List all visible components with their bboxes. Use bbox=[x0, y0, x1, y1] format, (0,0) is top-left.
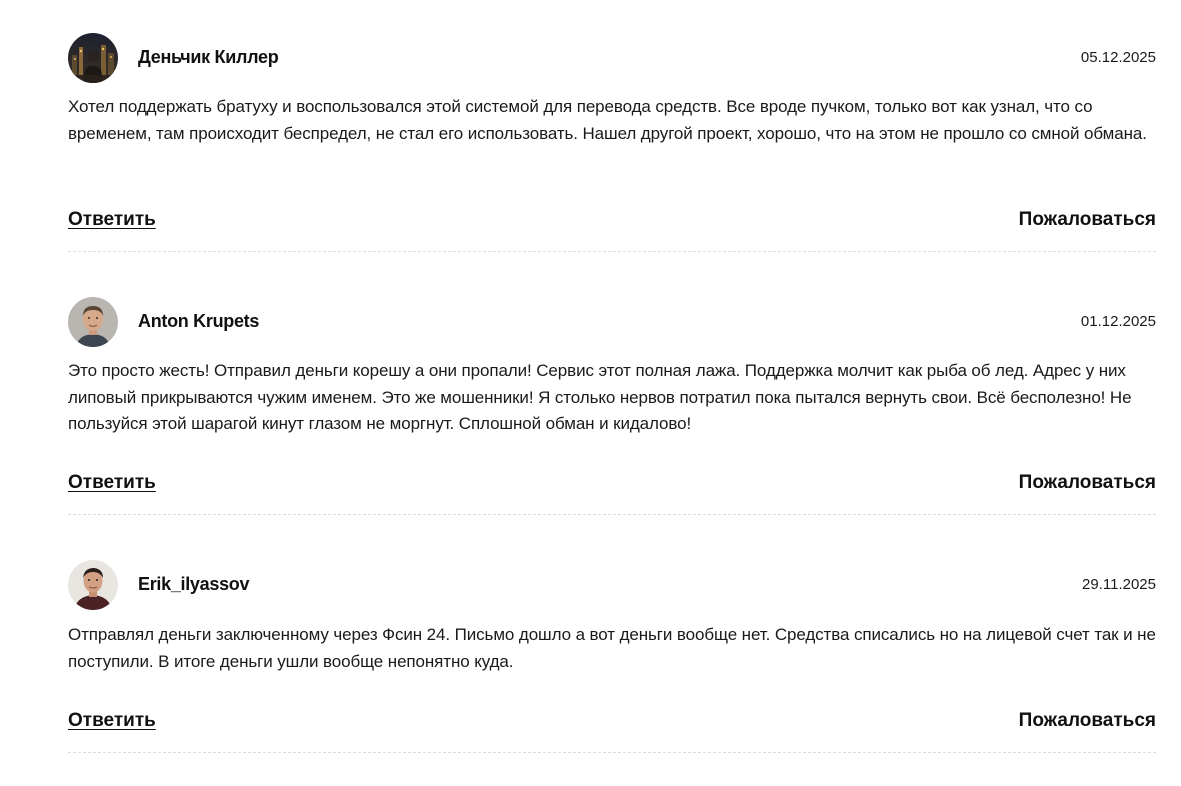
review-item: Erik_ilyassov 29.11.2025 Отправлял деньг… bbox=[68, 560, 1156, 753]
reply-link[interactable]: Ответить bbox=[68, 709, 156, 733]
avatar-man-portrait-icon bbox=[68, 297, 118, 347]
author-name: Anton Krupets bbox=[138, 311, 260, 331]
avatar bbox=[68, 297, 118, 347]
author-name: Деньчик Киллер bbox=[138, 47, 279, 67]
review-date: 05.12.2025 bbox=[1080, 49, 1156, 66]
avatar bbox=[68, 560, 118, 610]
divider bbox=[68, 514, 1156, 515]
author-name: Erik_ilyassov bbox=[138, 574, 250, 594]
review-text: Это просто жесть! Отправил деньги корешу… bbox=[68, 361, 1132, 433]
review-date: 29.11.2025 bbox=[1082, 576, 1156, 593]
review-item: Деньчик Киллер 05.12.2025 Хотел поддержа… bbox=[68, 33, 1156, 252]
avatar-man-portrait-icon bbox=[68, 560, 118, 610]
report-link[interactable]: Пожаловаться bbox=[1019, 709, 1156, 733]
review-text: Хотел поддержать братуху и воспользовалс… bbox=[68, 97, 1147, 143]
review-item: Anton Krupets 01.12.2025 Это просто жест… bbox=[68, 297, 1156, 515]
reply-link[interactable]: Ответить bbox=[68, 208, 156, 232]
divider bbox=[68, 251, 1156, 252]
report-link[interactable]: Пожаловаться bbox=[1019, 471, 1156, 495]
review-header: Деньчик Киллер 05.12.2025 bbox=[68, 33, 1156, 83]
report-link[interactable]: Пожаловаться bbox=[1019, 208, 1156, 232]
avatar-night-city-photo-icon bbox=[68, 33, 118, 83]
review-date: 01.12.2025 bbox=[1080, 313, 1156, 330]
review-text: Отправлял деньги заключенному через Фсин… bbox=[68, 625, 1156, 671]
reply-link[interactable]: Ответить bbox=[68, 471, 156, 495]
avatar bbox=[68, 33, 118, 83]
reviews-list: Деньчик Киллер 05.12.2025 Хотел поддержа… bbox=[0, 0, 1181, 786]
review-header: Anton Krupets 01.12.2025 bbox=[68, 297, 1156, 347]
divider bbox=[68, 752, 1156, 753]
review-header: Erik_ilyassov 29.11.2025 bbox=[68, 560, 1156, 610]
